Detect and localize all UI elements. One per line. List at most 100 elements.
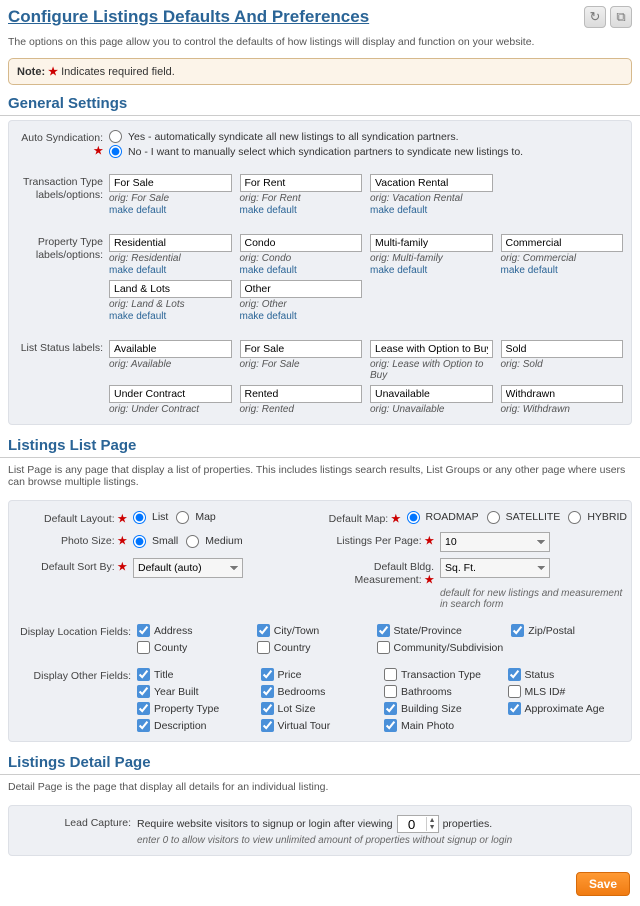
option-orig: orig: Other <box>240 299 363 310</box>
page-intro: The options on this page allow you to co… <box>0 32 640 58</box>
option-input[interactable] <box>109 340 232 358</box>
field-checkbox[interactable]: Zip/Postal <box>511 624 623 637</box>
bldg-select[interactable]: Sq. Ft. <box>440 558 550 578</box>
field-checkbox[interactable]: Title <box>137 668 253 681</box>
option-cell: orig: Sold <box>501 340 624 381</box>
refresh-icon[interactable]: ↻ <box>584 6 606 28</box>
field-checkbox[interactable]: MLS ID# <box>508 685 624 698</box>
field-checkbox[interactable]: County <box>137 641 249 654</box>
loc-fields-label: Display Location Fields: <box>17 624 137 639</box>
copy-icon[interactable]: ⧉ <box>610 6 632 28</box>
option-input[interactable] <box>240 340 363 358</box>
save-button[interactable]: Save <box>576 872 630 896</box>
option-orig: orig: Vacation Rental <box>370 193 493 204</box>
lead-after: properties. <box>443 818 493 830</box>
option-input[interactable] <box>501 234 624 252</box>
make-default-link[interactable]: make default <box>501 265 558 276</box>
auto-syndication-no[interactable]: No - I want to manually select which syn… <box>109 145 623 158</box>
field-checkbox[interactable]: Transaction Type <box>384 668 500 681</box>
other-fields-label: Display Other Fields: <box>17 668 137 683</box>
sort-label: Default Sort By: ★ <box>13 558 133 578</box>
field-checkbox[interactable]: Lot Size <box>261 702 377 715</box>
size-small[interactable]: Small <box>133 535 178 548</box>
make-default-link[interactable]: make default <box>240 205 297 216</box>
option-input[interactable] <box>109 174 232 192</box>
make-default-link[interactable]: make default <box>370 205 427 216</box>
field-checkbox[interactable]: Property Type <box>137 702 253 715</box>
photo-size-label: Photo Size: ★ <box>13 532 133 552</box>
auto-syndication-label: Auto Syndication: ★ <box>17 130 109 158</box>
make-default-link[interactable]: make default <box>370 265 427 276</box>
map-satellite[interactable]: SATELLITE <box>487 511 561 524</box>
option-input[interactable] <box>370 234 493 252</box>
default-map-label: Default Map: ★ <box>287 510 407 526</box>
field-checkbox[interactable]: Building Size <box>384 702 500 715</box>
option-cell: orig: Withdrawn <box>501 385 624 415</box>
option-orig: orig: Condo <box>240 253 363 264</box>
option-cell: orig: Under Contract <box>109 385 232 415</box>
make-default-link[interactable]: make default <box>109 205 166 216</box>
field-checkbox[interactable]: Price <box>261 668 377 681</box>
field-checkbox[interactable]: Year Built <box>137 685 253 698</box>
option-input[interactable] <box>370 340 493 358</box>
lpp-label: Listings Per Page: ★ <box>320 532 440 552</box>
option-input[interactable] <box>501 340 624 358</box>
note-label: Note: <box>17 66 45 78</box>
option-orig: orig: Withdrawn <box>501 404 624 415</box>
field-checkbox[interactable]: City/Town <box>257 624 369 637</box>
option-input[interactable] <box>370 174 493 192</box>
option-input[interactable] <box>240 280 363 298</box>
note-text: Indicates required field. <box>61 66 175 78</box>
lpp-select[interactable]: 10 <box>440 532 550 552</box>
layout-list[interactable]: List <box>133 511 168 524</box>
field-checkbox[interactable]: Country <box>257 641 369 654</box>
option-cell: orig: Lease with Option to Buy <box>370 340 493 381</box>
lead-before: Require website visitors to signup or lo… <box>137 818 393 830</box>
field-checkbox[interactable]: Description <box>137 719 253 732</box>
section-detail-heading: Listings Detail Page <box>0 752 640 775</box>
option-orig: orig: Available <box>109 359 232 370</box>
field-checkbox[interactable]: Address <box>137 624 249 637</box>
make-default-link[interactable]: make default <box>240 265 297 276</box>
lead-count-input[interactable]: ▲▼ <box>397 815 439 833</box>
lead-capture-label: Lead Capture: <box>17 815 137 830</box>
field-checkbox[interactable]: Approximate Age <box>508 702 624 715</box>
option-input[interactable] <box>240 174 363 192</box>
option-input[interactable] <box>501 385 624 403</box>
field-checkbox[interactable]: Virtual Tour <box>261 719 377 732</box>
default-layout-label: Default Layout: ★ <box>13 510 133 526</box>
map-hybrid[interactable]: HYBRID <box>568 511 627 524</box>
field-checkbox[interactable]: Main Photo <box>384 719 500 732</box>
make-default-link[interactable]: make default <box>109 311 166 322</box>
list-panel: Default Layout: ★ List Map Default Map: … <box>8 500 632 742</box>
option-orig: orig: Lease with Option to Buy <box>370 359 493 381</box>
make-default-link[interactable]: make default <box>109 265 166 276</box>
stepper-up-icon[interactable]: ▲ <box>427 817 438 824</box>
option-input[interactable] <box>109 385 232 403</box>
option-input[interactable] <box>109 280 232 298</box>
option-input[interactable] <box>240 234 363 252</box>
layout-map[interactable]: Map <box>176 511 215 524</box>
field-checkbox[interactable]: Bedrooms <box>261 685 377 698</box>
status-label: List Status labels: <box>17 340 109 355</box>
map-roadmap[interactable]: ROADMAP <box>407 511 479 524</box>
field-checkbox[interactable]: Bathrooms <box>384 685 500 698</box>
field-checkbox[interactable]: Status <box>508 668 624 681</box>
detail-panel: Lead Capture: Require website visitors t… <box>8 805 632 856</box>
stepper-down-icon[interactable]: ▼ <box>427 824 438 831</box>
option-cell: orig: Commercialmake default <box>501 234 624 276</box>
prop-type-label: Property Type labels/options: <box>17 234 109 262</box>
size-medium[interactable]: Medium <box>186 535 242 548</box>
field-checkbox[interactable]: State/Province <box>377 624 504 637</box>
sort-select[interactable]: Default (auto) <box>133 558 243 578</box>
section-detail-desc: Detail Page is the page that display all… <box>0 777 640 801</box>
bldg-label: Default Bldg. Measurement: ★ <box>320 558 440 587</box>
option-cell: orig: Multi-familymake default <box>370 234 493 276</box>
option-cell: orig: Land & Lotsmake default <box>109 280 232 322</box>
field-checkbox[interactable]: Community/Subdivision <box>377 641 504 654</box>
option-input[interactable] <box>240 385 363 403</box>
make-default-link[interactable]: make default <box>240 311 297 322</box>
option-input[interactable] <box>370 385 493 403</box>
option-input[interactable] <box>109 234 232 252</box>
auto-syndication-yes[interactable]: Yes - automatically syndicate all new li… <box>109 130 623 143</box>
